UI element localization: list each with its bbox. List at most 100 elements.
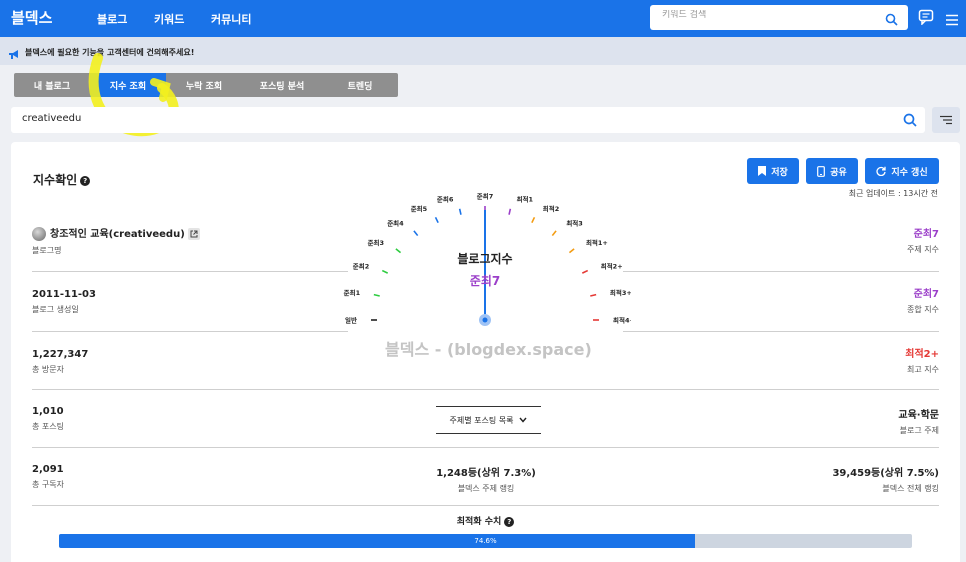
divider bbox=[32, 331, 348, 332]
filter-button[interactable] bbox=[932, 107, 960, 133]
topic-index-label: 주제 지수 bbox=[907, 245, 939, 254]
gauge-label: 최적1 bbox=[517, 195, 534, 204]
bookmark-icon bbox=[758, 166, 767, 176]
gauge-label: 준최4 bbox=[387, 219, 404, 228]
visitors-row: 1,227,347 총 방문자 bbox=[32, 349, 88, 375]
top-nav: 블덱스 블로그 키워드 커뮤니티 bbox=[0, 0, 966, 37]
keyword-search-box bbox=[650, 5, 908, 30]
search-icon[interactable] bbox=[885, 11, 898, 30]
refresh-icon bbox=[876, 166, 887, 176]
help-icon[interactable]: ? bbox=[80, 175, 91, 186]
gauge-tick bbox=[551, 230, 557, 237]
refresh-index-label: 지수 갱신 bbox=[891, 167, 928, 178]
gauge-label: 최적4+ bbox=[613, 316, 631, 325]
divider bbox=[623, 271, 939, 272]
nav-link-blog[interactable]: 블로그 bbox=[97, 11, 127, 27]
help-icon[interactable]: ? bbox=[504, 516, 515, 527]
topic-posts-dropdown-label: 주제별 포스팅 목록 bbox=[449, 415, 514, 425]
filter-icon bbox=[940, 115, 952, 125]
divider bbox=[32, 447, 939, 448]
optimization-title-text: 최적화 수치 bbox=[456, 517, 502, 527]
gauge-label: 최적1+ bbox=[586, 238, 608, 247]
divider bbox=[32, 505, 939, 506]
subscribers-row: 2,091 총 구독자 bbox=[32, 464, 64, 490]
share-button[interactable]: 공유 bbox=[806, 158, 858, 184]
external-link-icon[interactable] bbox=[187, 228, 200, 240]
total-rank-label: 블덱스 전체 랭킹 bbox=[882, 484, 939, 493]
optimization-title: 최적화 수치? bbox=[11, 514, 960, 527]
total-index-value: 준최7 bbox=[913, 289, 939, 300]
tab-bar: 내 블로그 지수 조회 누락 조회 포스팅 분석 트렌딩 bbox=[14, 73, 398, 97]
visitors-value: 1,227,347 bbox=[32, 349, 89, 360]
keyword-search-input[interactable] bbox=[662, 10, 872, 20]
gauge-label: 일반 bbox=[345, 316, 357, 325]
gauge-tick bbox=[590, 293, 597, 297]
gauge-title: 블로그지수 bbox=[457, 251, 512, 266]
blog-name-label: 블로그명 bbox=[32, 246, 62, 255]
share-icon bbox=[817, 165, 826, 177]
visitors-label: 총 방문자 bbox=[32, 365, 64, 374]
tab-my-blog[interactable]: 내 블로그 bbox=[14, 73, 90, 97]
tab-trending[interactable]: 트렌딩 bbox=[322, 73, 398, 97]
chevron-down-icon bbox=[519, 417, 528, 423]
gauge-label: 최적3+ bbox=[610, 288, 631, 297]
watermark: 블덱스 - (blogdex.space) bbox=[385, 340, 592, 359]
nav-link-community[interactable]: 커뮤니티 bbox=[211, 11, 251, 27]
gauge-tick bbox=[568, 248, 575, 254]
max-index-label: 최고 지수 bbox=[907, 365, 939, 374]
index-card: 지수확인? 저장 공유 지수 갱신 최근 업데이트 : 13시간 전 창조적인 … bbox=[11, 142, 960, 562]
blog-name-row: 창조적인 교육(creativeedu) 블로그명 bbox=[32, 225, 200, 256]
max-index-value: 최적2+ bbox=[905, 349, 939, 360]
blog-id-input[interactable] bbox=[22, 113, 822, 124]
topic-index-value: 준최7 bbox=[913, 229, 939, 240]
tab-posting-analysis[interactable]: 포스팅 분석 bbox=[242, 73, 322, 97]
subscribers-value: 2,091 bbox=[32, 464, 64, 475]
gauge-tick bbox=[508, 208, 512, 215]
divider bbox=[32, 271, 348, 272]
save-button[interactable]: 저장 bbox=[747, 158, 799, 184]
blog-index-gauge: 일반 준최1 준최2 준최3 준최4 준최5 준최6 준최7 최적1 최적2 최적3 최적1+ 최적2+… bbox=[344, 192, 631, 326]
blog-topic-value: 교육·학문 bbox=[898, 410, 939, 421]
gauge-label: 최적2+ bbox=[601, 262, 623, 271]
divider bbox=[32, 389, 939, 390]
gauge-tick bbox=[381, 269, 389, 274]
gauge-tick bbox=[581, 269, 589, 274]
avatar bbox=[32, 227, 46, 241]
total-rank-value: 39,459등(상위 7.5%) bbox=[832, 468, 939, 479]
created-row: 2011-11-03 블로그 생성일 bbox=[32, 289, 96, 315]
gauge-label: 준최1 bbox=[344, 288, 361, 297]
blog-name-value[interactable]: 창조적인 교육(creativeedu) bbox=[50, 229, 185, 240]
blog-topic: 교육·학문 블로그 주제 bbox=[898, 406, 939, 436]
share-button-label: 공유 bbox=[830, 167, 847, 178]
nav-link-keyword[interactable]: 키워드 bbox=[154, 11, 184, 27]
gauge-label: 준최6 bbox=[437, 195, 454, 204]
gauge-tick bbox=[531, 216, 536, 224]
logo[interactable]: 블덱스 bbox=[11, 7, 52, 28]
gauge-label: 준최5 bbox=[411, 204, 428, 213]
save-button-label: 저장 bbox=[771, 167, 788, 178]
refresh-index-button[interactable]: 지수 갱신 bbox=[865, 158, 939, 184]
gauge-label: 최적2 bbox=[543, 204, 559, 213]
gauge-label: 준최2 bbox=[353, 262, 369, 271]
max-index: 최적2+ 최고 지수 bbox=[905, 345, 939, 375]
search-icon[interactable] bbox=[903, 112, 917, 131]
optimization-progress-text: 74.6% bbox=[474, 537, 497, 545]
gauge-value: 준최7 bbox=[470, 273, 500, 288]
topic-posts-dropdown[interactable]: 주제별 포스팅 목록 bbox=[436, 406, 541, 434]
total-index-label: 종합 지수 bbox=[907, 305, 939, 314]
hamburger-menu-icon[interactable] bbox=[946, 11, 958, 30]
gauge-label: 준최7 bbox=[477, 192, 493, 201]
card-title: 지수확인? bbox=[33, 171, 91, 188]
blog-search-bar bbox=[11, 107, 925, 133]
created-value: 2011-11-03 bbox=[32, 289, 96, 300]
gauge-tick bbox=[395, 248, 402, 254]
chat-icon[interactable] bbox=[918, 9, 934, 29]
subscribers-label: 총 구독자 bbox=[32, 480, 64, 489]
total-rank: 39,459등(상위 7.5%) 블덱스 전체 랭킹 bbox=[832, 464, 939, 494]
total-index: 준최7 종합 지수 bbox=[907, 285, 939, 315]
last-updated: 최근 업데이트 : 13시간 전 bbox=[848, 189, 938, 198]
gauge-tick bbox=[413, 230, 419, 237]
posts-row: 1,010 총 포스팅 bbox=[32, 406, 64, 432]
gauge-pivot-center bbox=[482, 317, 488, 323]
blog-topic-label: 블로그 주제 bbox=[899, 426, 939, 435]
